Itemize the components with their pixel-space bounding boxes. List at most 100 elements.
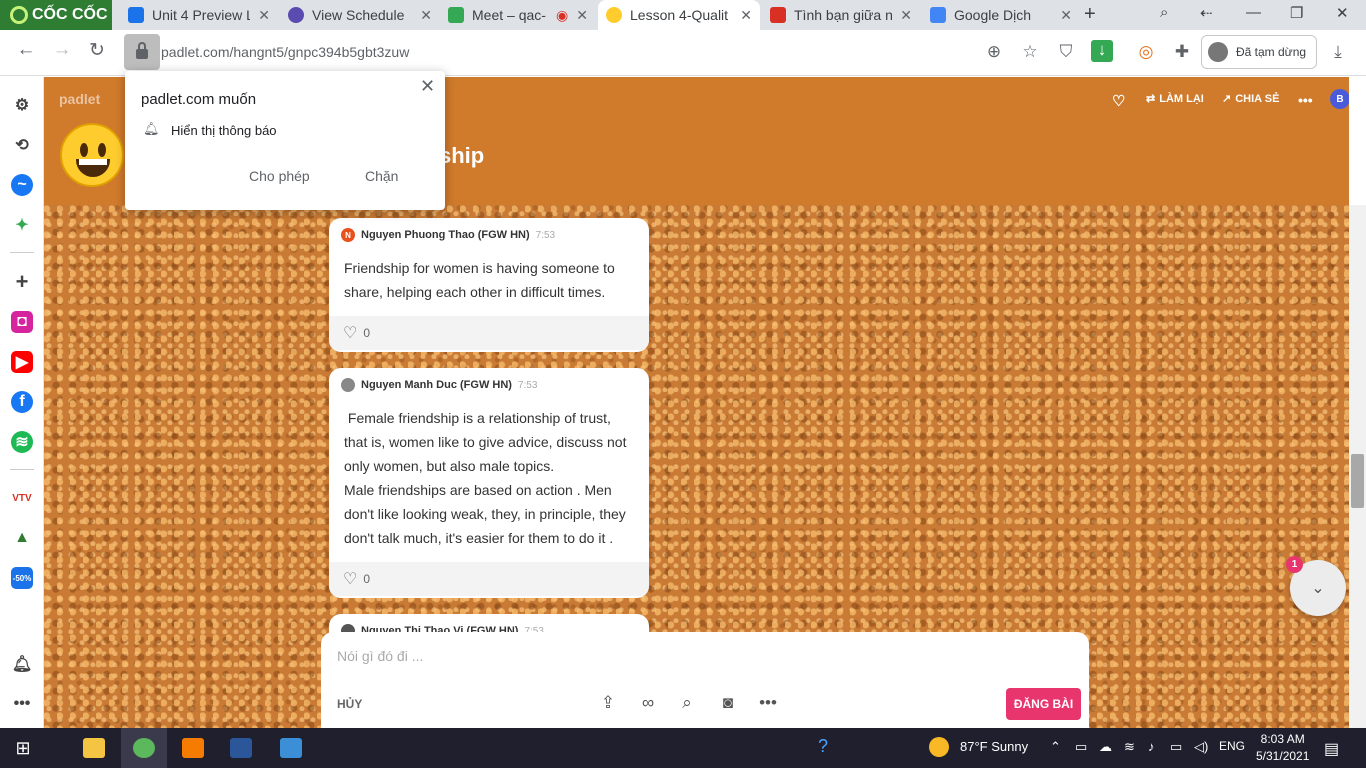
tab-lesson4[interactable]: Lesson 4-Qualit ✕ [598,0,760,30]
close-icon[interactable]: ✕ [420,76,435,97]
close-tab-icon[interactable]: ✕ [576,7,588,24]
word-icon[interactable] [218,728,264,768]
restore-button[interactable]: ❐ [1290,4,1303,22]
camera-icon[interactable]: ◙ [717,693,739,713]
windows-taskbar: ⊞ ? 87°F Sunny ⌃ ▭ ☁ ≋ ♪ ▭ ◁) ENG 8:03 A… [0,728,1366,768]
shield-icon[interactable]: ⛉ [1055,42,1077,62]
sun-weather-icon[interactable] [929,737,949,757]
back-button[interactable]: ← [12,39,40,61]
instagram-icon[interactable]: ◘ [11,311,33,333]
wifi-icon[interactable]: ≋ [1124,739,1135,755]
post-card[interactable]: N Nguyen Phuong Thao (FGW HN) 7:53 Friends… [329,218,649,352]
coccoc-browser-icon[interactable] [121,728,167,768]
close-tab-icon[interactable]: ✕ [420,7,432,24]
composer-input[interactable]: Nói gì đó đi ... [337,648,423,664]
scrollbar-thumb[interactable] [1351,454,1364,508]
tab-unit4-preview[interactable]: Unit 4 Preview L ✕ [120,0,278,30]
help-icon[interactable]: ? [818,736,828,757]
back-arrow-icon[interactable]: ⇠ [1200,4,1213,22]
battery-icon[interactable]: ▭ [1170,739,1182,755]
history-icon[interactable]: ⟲ [11,134,33,156]
notification-permission-popup: padlet.com muốn ✕ 🔔︎ Hiển thị thông báo … [125,71,445,210]
zoom-icon[interactable]: ⊕ [983,42,1005,62]
tiki-icon[interactable]: -50% [11,567,33,589]
browser-sidebar: ⚙ ⟲ ~ ✦ + ◘ ▶ f ≋ VTV ▲ -50% 🔔︎ ••• [0,77,44,728]
spotify-icon[interactable]: ≋ [11,431,33,453]
address-bar[interactable]: padlet.com/hangnt5/gnpc394b5gbt3zuw [161,44,409,60]
browser-brand[interactable]: CỐC CỐC [0,0,112,30]
close-tab-icon[interactable]: ✕ [258,7,270,24]
language-indicator[interactable]: ENG [1219,739,1245,753]
volume-icon[interactable]: ◁) [1194,739,1208,755]
forward-button[interactable]: → [48,39,76,61]
more-icon[interactable]: ••• [11,693,33,715]
clock[interactable]: 8:03 AM 5/31/2021 [1256,731,1309,765]
like-heart-icon[interactable]: ♡ [343,569,357,589]
gear-icon[interactable]: ⚙ [11,94,33,116]
bell-icon[interactable]: 🔔︎ [11,653,33,675]
heart-icon[interactable]: ♡ [1112,92,1125,110]
remake-button[interactable]: ⇄ LÀM LẠI [1146,92,1204,106]
grin-emoji-icon [606,7,622,23]
tab-google-dich[interactable]: Google Dịch ✕ [922,0,1080,30]
close-tab-icon[interactable]: ✕ [900,7,912,24]
bookmark-star-icon[interactable]: ☆ [1019,42,1041,62]
post-author: Nguyen Manh Duc (FGW HN) [361,379,512,391]
downloads-icon[interactable]: ⤓ [1327,42,1349,62]
user-avatar[interactable]: B [1330,89,1349,109]
tab-tinh-ban[interactable]: Tình bạn giữa n ✕ [762,0,920,30]
avatar [1208,42,1228,62]
game-controller-icon[interactable]: ✦ [11,214,33,236]
post-footer: ♡ 0 [329,562,649,596]
close-tab-icon[interactable]: ✕ [1060,7,1072,24]
youtube-icon[interactable]: ▶ [11,351,33,373]
post-card[interactable]: Nguyen Manh Duc (FGW HN) 7:53 Female frie… [329,368,649,598]
windows-start-icon[interactable]: ⊞ [0,728,46,768]
more-icon[interactable]: ••• [757,693,779,713]
notification-badge: 1 [1286,556,1303,573]
extension-circle-icon[interactable]: ◎ [1135,42,1157,62]
block-button[interactable]: Chặn [365,168,398,184]
post-button[interactable]: ĐĂNG BÀI [1006,688,1081,720]
chevron-up-icon[interactable]: ⌃ [1050,739,1061,755]
close-window-button[interactable]: ✕ [1336,4,1349,22]
vtv-icon[interactable]: VTV [11,487,33,509]
link-icon[interactable]: ∞ [637,693,659,713]
padlet-logo[interactable]: padlet [59,91,100,107]
weather-text[interactable]: 87°F Sunny [960,739,1028,754]
puzzle-extensions-icon[interactable]: ✚ [1171,42,1193,62]
notification-center-icon[interactable]: ▤ [1324,739,1339,759]
messenger-icon[interactable]: ~ [11,174,33,196]
share-button[interactable]: ↗ CHIA SẺ [1222,92,1279,106]
reload-button[interactable]: ↻ [83,39,111,62]
tab-view-schedule[interactable]: View Schedule ✕ [280,0,440,30]
more-options-icon[interactable]: ••• [1298,92,1313,108]
cloud-sync-icon[interactable]: ☁ [1099,739,1112,755]
allow-button[interactable]: Cho phép [249,168,310,184]
pdf-app-icon[interactable] [170,728,216,768]
clock-time: 8:03 AM [1260,732,1305,746]
microphone-icon[interactable]: ♪ [1148,739,1155,754]
meet-now-icon[interactable]: ▭ [1075,739,1087,755]
post-time: 7:53 [517,379,538,391]
close-tab-icon[interactable]: ✕ [740,7,752,24]
download-extension-icon[interactable]: ↓ [1091,40,1113,62]
cancel-button[interactable]: HỦY [337,697,362,711]
profile-button[interactable]: Đã tạm dừng [1201,35,1317,69]
search-tabs-icon[interactable]: ⌕ [1160,4,1168,21]
minimize-button[interactable]: — [1246,4,1261,21]
clock-date: 5/31/2021 [1256,749,1310,763]
search-icon[interactable]: ⌕ [676,693,698,713]
upload-icon[interactable]: ⇪ [597,693,619,713]
photos-icon[interactable] [268,728,314,768]
like-heart-icon[interactable]: ♡ [343,323,357,343]
page-title: ship [439,143,485,168]
site-info-button[interactable] [124,34,160,70]
remake-icon: ⇄ [1146,93,1156,105]
tab-meet[interactable]: Meet – qac- ◉ ✕ [440,0,596,30]
add-icon[interactable]: + [11,269,33,294]
hat-icon[interactable]: ▲ [11,527,33,549]
file-explorer-icon[interactable] [71,728,117,768]
new-tab-button[interactable]: + [1084,3,1096,26]
facebook-icon[interactable]: f [11,391,33,413]
